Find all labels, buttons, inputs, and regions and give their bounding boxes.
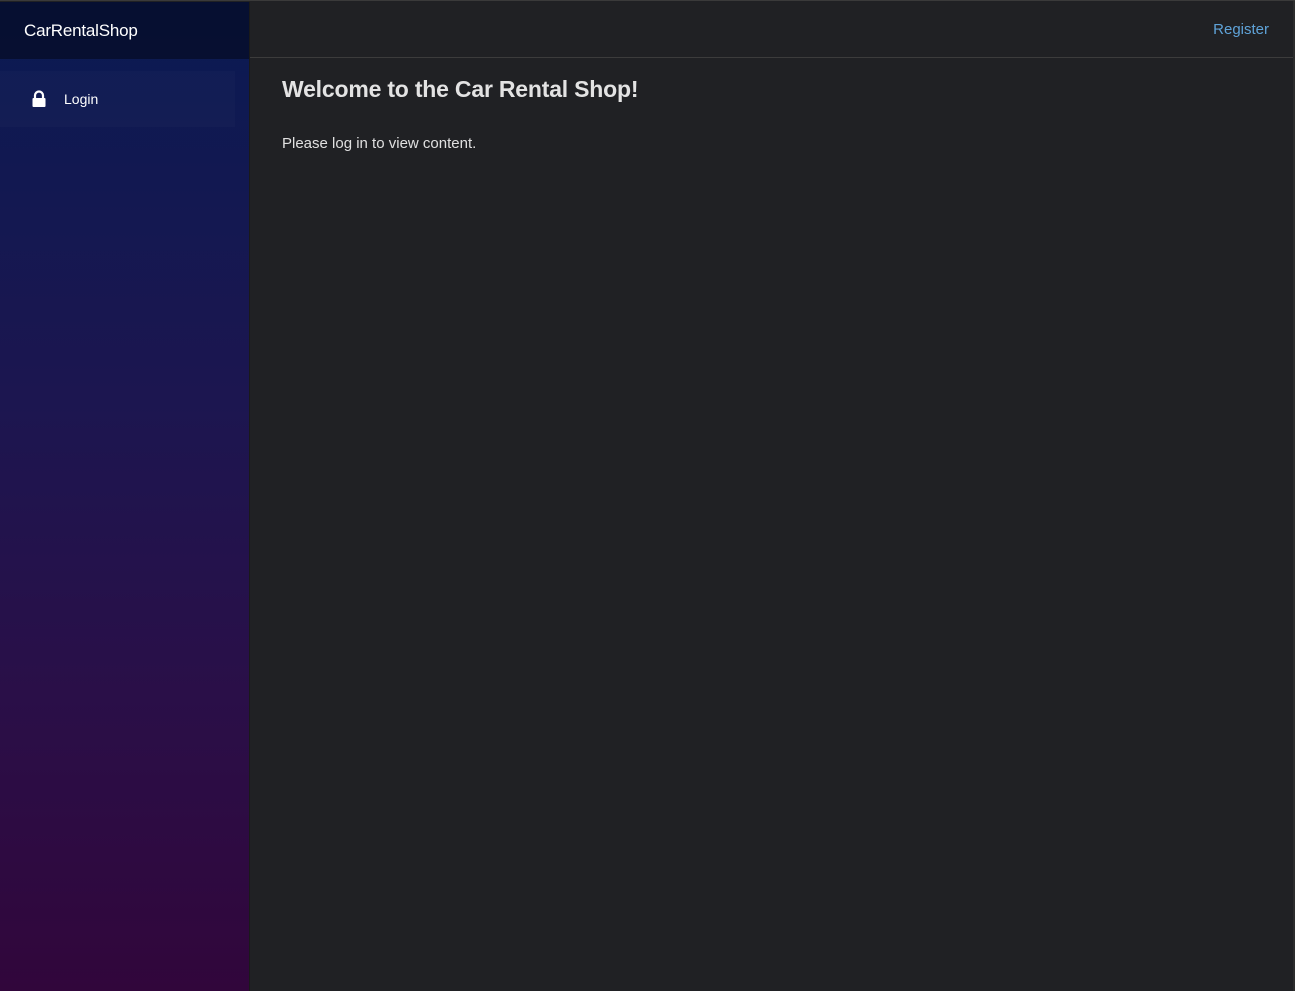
main-content: Welcome to the Car Rental Shop! Please l… (282, 76, 1242, 152)
lock-icon (30, 90, 48, 108)
brand-bar: CarRentalShop (0, 2, 249, 59)
brand-link[interactable]: CarRentalShop (24, 21, 138, 41)
sidebar-item-label: Login (64, 91, 99, 107)
app-window: CarRentalShop Login Register Welcome to … (0, 0, 1295, 991)
sidebar-item-login[interactable]: Login (0, 71, 235, 127)
register-link[interactable]: Register (1213, 21, 1269, 38)
sidebar: CarRentalShop Login (0, 2, 250, 991)
login-prompt-text: Please log in to view content. (282, 135, 477, 152)
page-title: Welcome to the Car Rental Shop! (282, 76, 639, 102)
top-bar: Register (250, 2, 1293, 58)
sidebar-nav: Login (0, 59, 249, 127)
